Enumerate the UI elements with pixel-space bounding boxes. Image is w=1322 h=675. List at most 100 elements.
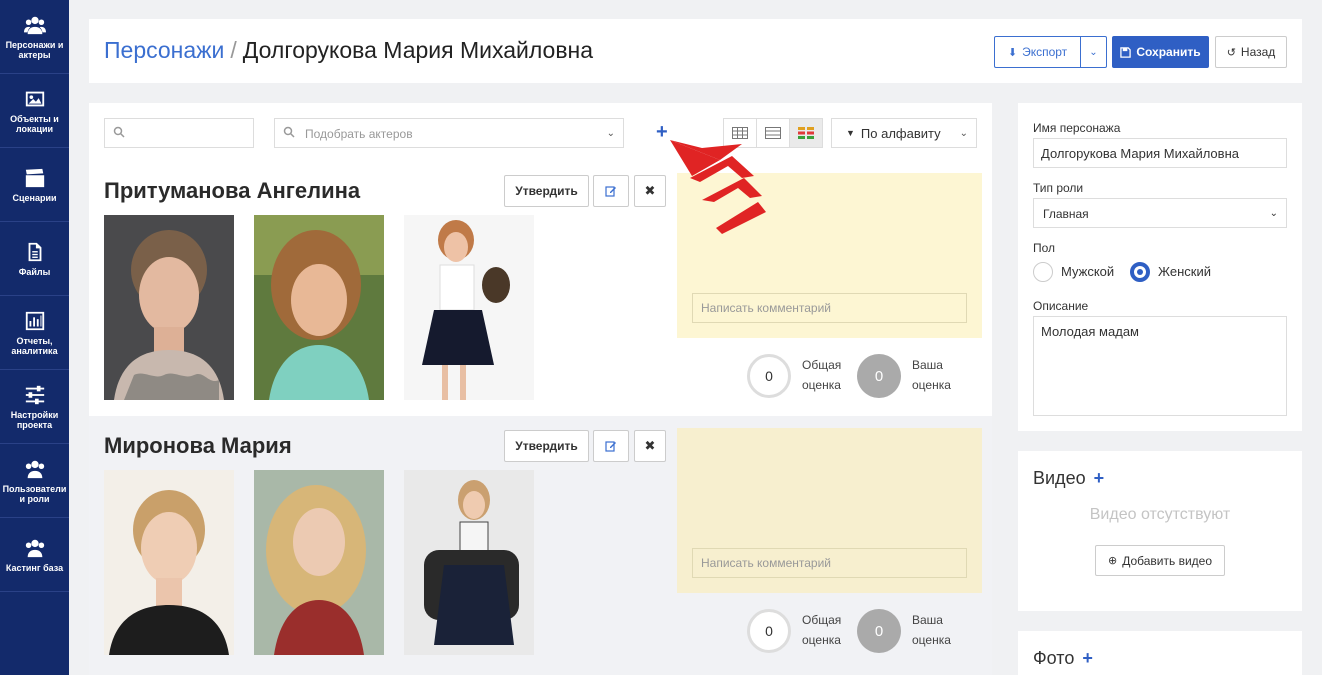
gender-female-radio[interactable]: [1130, 262, 1150, 282]
search-input[interactable]: [104, 118, 254, 148]
add-video-button[interactable]: ⊕ Добавить видео: [1095, 545, 1225, 576]
close-icon: ✖: [644, 438, 656, 453]
video-section-title: Видео +: [1033, 468, 1104, 489]
export-button[interactable]: ⬇ Экспорт: [994, 36, 1081, 68]
photo-panel: Фото +: [1018, 631, 1302, 675]
description-label: Описание: [1033, 299, 1089, 313]
chevron-down-icon: ⌄: [606, 128, 615, 139]
view-color-button[interactable]: [790, 119, 822, 147]
close-icon: ✖: [644, 183, 656, 198]
back-label: Назад: [1240, 45, 1276, 59]
chevron-down-icon: ⌄: [1089, 46, 1098, 58]
save-button[interactable]: Сохранить: [1112, 36, 1209, 68]
chevron-down-icon: ⌄: [1269, 208, 1278, 219]
add-video-plus-button[interactable]: +: [1094, 468, 1105, 488]
total-score: 0: [747, 354, 791, 398]
actor-photo[interactable]: [404, 470, 534, 655]
add-video-label: Добавить видео: [1122, 553, 1212, 568]
total-score: 0: [747, 609, 791, 653]
image-icon: [25, 91, 44, 106]
total-score-label: Общая оценка: [802, 358, 842, 392]
back-button[interactable]: ↺ Назад: [1215, 36, 1287, 68]
clapperboard-icon: [25, 168, 44, 187]
actor-photo[interactable]: [104, 215, 234, 400]
comment-input[interactable]: Написать комментарий: [692, 293, 967, 323]
name-label: Имя персонажа: [1033, 121, 1121, 135]
sidebar-item-label: Сценарии: [12, 192, 57, 203]
sidebar-item-label: Пользователи и роли: [2, 483, 67, 504]
description-textarea[interactable]: Молодая мадам: [1033, 316, 1287, 416]
sidebar-item-label: Файлы: [18, 266, 51, 277]
users-icon: [25, 539, 44, 557]
name-input[interactable]: Долгорукова Мария Михайловна: [1033, 138, 1287, 168]
portrait-photo: [404, 470, 534, 655]
edit-icon: [605, 441, 616, 452]
role-value: Главная: [1043, 207, 1089, 221]
card-divider: [89, 667, 992, 675]
edit-button[interactable]: [593, 430, 629, 462]
actor-picker-placeholder: Подобрать актеров: [305, 127, 413, 141]
sidebar-item-objects[interactable]: Объекты и локации: [0, 74, 69, 148]
export-dropdown-button[interactable]: ⌄: [1080, 36, 1107, 68]
actor-photo[interactable]: [254, 470, 384, 655]
page-header: Персонажи / Долгорукова Мария Михайловна ⬇…: [89, 19, 1302, 83]
portrait-photo: [104, 215, 234, 400]
sidebar-item-scripts[interactable]: Сценарии: [0, 148, 69, 222]
actor-picker-select[interactable]: Подобрать актеров ⌄: [274, 118, 624, 148]
sidebar-item-users[interactable]: Пользователи и роли: [0, 444, 69, 518]
approve-button[interactable]: Утвердить: [504, 175, 589, 207]
comment-input[interactable]: Написать комментарий: [692, 548, 967, 578]
portrait-photo: [104, 470, 234, 655]
actor-photo[interactable]: [104, 470, 234, 655]
gender-male-radio[interactable]: [1033, 262, 1053, 282]
search-icon: [283, 126, 295, 138]
video-empty-message: Видео отсутствуют: [1089, 506, 1231, 523]
actor-card: Миронова Мария Утвердить ✖ Написать комм…: [89, 416, 992, 667]
my-score-label: Ваша оценка: [912, 358, 951, 392]
sidebar-item-label: Отчеты, аналитика: [11, 335, 58, 356]
my-score-label: Ваша оценка: [912, 613, 951, 647]
actors-panel: Подобрать актеров ⌄ + ▼ По алфавиту ⌄ Пр…: [89, 103, 992, 675]
file-icon: [28, 242, 41, 261]
users-icon: [23, 16, 46, 34]
sidebar-item-characters[interactable]: Персонажи и актеры: [0, 0, 69, 74]
sidebar-item-label: Персонажи и актеры: [5, 39, 64, 60]
video-panel: Видео + Видео отсутствуют ⊕ Добавить виде…: [1018, 451, 1302, 611]
add-photo-plus-button[interactable]: +: [1082, 648, 1093, 668]
actor-photo[interactable]: [404, 215, 534, 400]
users-icon: [25, 460, 44, 478]
floppy-icon: [1120, 46, 1132, 58]
actor-name: Миронова Мария: [104, 433, 292, 458]
actor-name: Притуманова Ангелина: [104, 178, 361, 203]
photo-title: Фото: [1033, 648, 1075, 668]
sidebar-item-casting[interactable]: Кастинг база: [0, 518, 69, 592]
gender-label: Пол: [1033, 241, 1056, 255]
edit-button[interactable]: [593, 175, 629, 207]
role-label: Тип роли: [1033, 181, 1084, 195]
actor-photo[interactable]: [254, 215, 384, 400]
download-icon: ⬇: [1007, 46, 1018, 59]
sidebar-item-settings[interactable]: Настройки проекта: [0, 370, 69, 444]
sidebar-item-label: Объекты и локации: [10, 113, 59, 134]
sidebar-item-files[interactable]: Файлы: [0, 222, 69, 296]
gender-male-label: Мужской: [1061, 264, 1115, 279]
total-score-label: Общая оценка: [802, 613, 842, 647]
comment-area: Написать комментарий: [677, 428, 982, 593]
remove-button[interactable]: ✖: [634, 430, 666, 462]
breadcrumb-separator: /: [230, 37, 237, 63]
breadcrumb-characters[interactable]: Персонажи: [104, 37, 224, 63]
export-label: Экспорт: [1022, 45, 1068, 59]
sort-select[interactable]: ▼ По алфавиту ⌄: [831, 118, 977, 148]
role-select[interactable]: Главная ⌄: [1033, 198, 1287, 228]
edit-icon: [605, 186, 616, 197]
character-title: Долгорукова Мария Михайловна: [242, 37, 594, 63]
my-score[interactable]: 0: [857, 609, 901, 653]
sidebar-item-reports[interactable]: Отчеты, аналитика: [0, 296, 69, 370]
search-icon: [113, 126, 125, 138]
my-score[interactable]: 0: [857, 354, 901, 398]
portrait-photo: [404, 215, 534, 400]
color-grid-icon: [798, 127, 814, 139]
sidebar-item-label: Кастинг база: [5, 562, 64, 573]
approve-button[interactable]: Утвердить: [504, 430, 589, 462]
portrait-photo: [254, 215, 384, 400]
